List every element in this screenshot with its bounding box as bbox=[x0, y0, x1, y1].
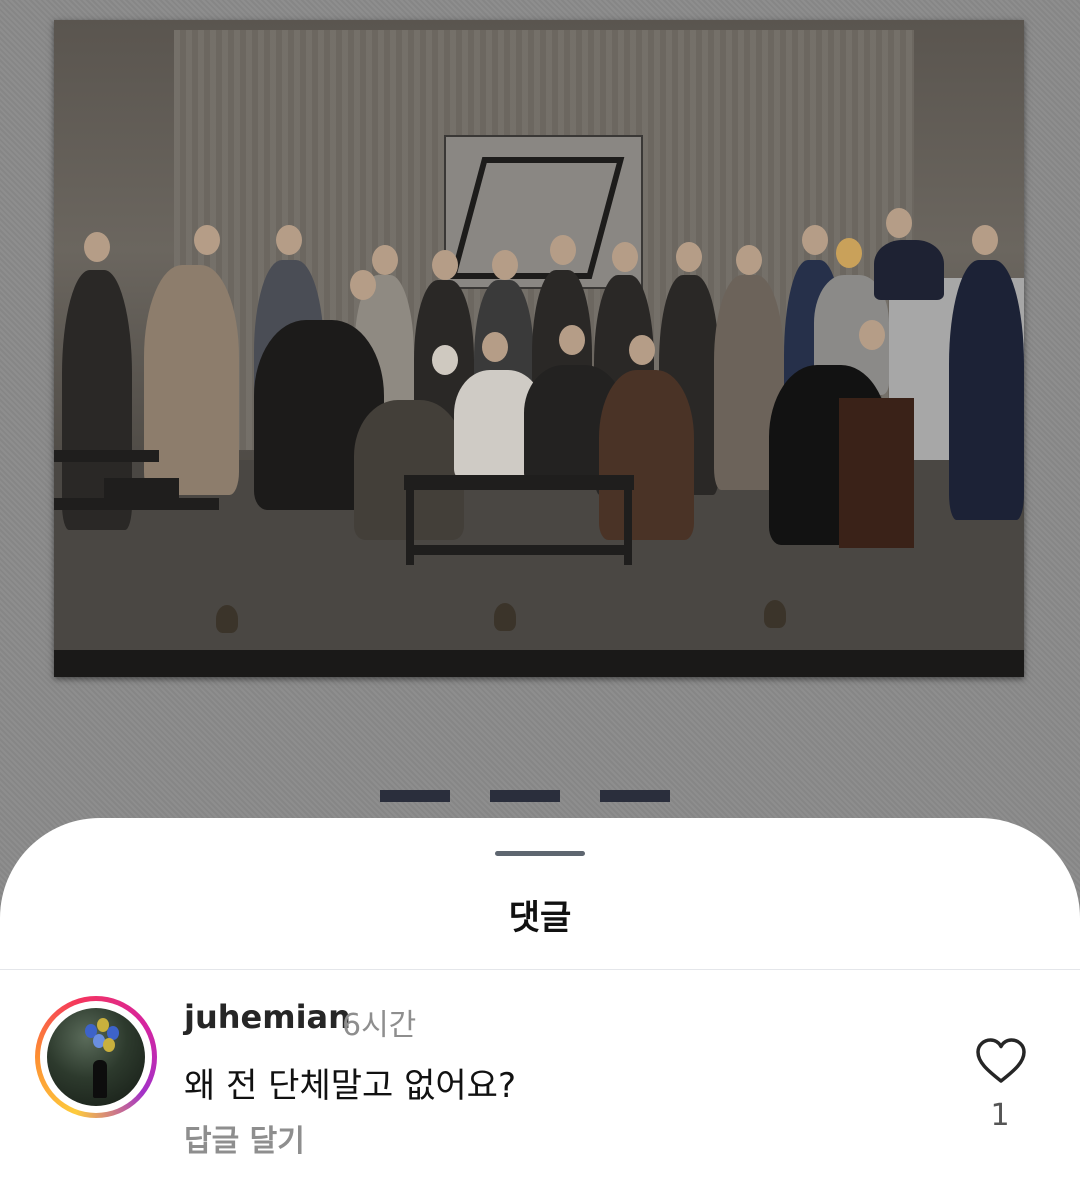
heart-icon[interactable] bbox=[975, 1038, 1027, 1084]
like-count: 1 bbox=[990, 1098, 1010, 1133]
avatar-image bbox=[47, 1008, 145, 1106]
post-photo bbox=[54, 20, 1024, 677]
comment-time: 6시간 bbox=[342, 1008, 417, 1043]
post-caption-graphic bbox=[380, 790, 740, 820]
comments-sheet: 댓글 juhemian 6시간 왜 전 단체말고 없어요? 답글 달기 1 bbox=[0, 818, 1080, 1196]
comment-item: juhemian 6시간 왜 전 단체말고 없어요? 답글 달기 1 bbox=[0, 970, 1080, 1196]
comment-text: 왜 전 단체말고 없어요? bbox=[184, 1066, 516, 1106]
sheet-drag-handle[interactable] bbox=[495, 851, 585, 856]
reply-button[interactable]: 답글 달기 bbox=[184, 1116, 305, 1160]
comment-username[interactable]: juhemian bbox=[184, 998, 351, 1036]
avatar[interactable] bbox=[35, 996, 157, 1118]
sheet-title: 댓글 bbox=[508, 898, 572, 938]
